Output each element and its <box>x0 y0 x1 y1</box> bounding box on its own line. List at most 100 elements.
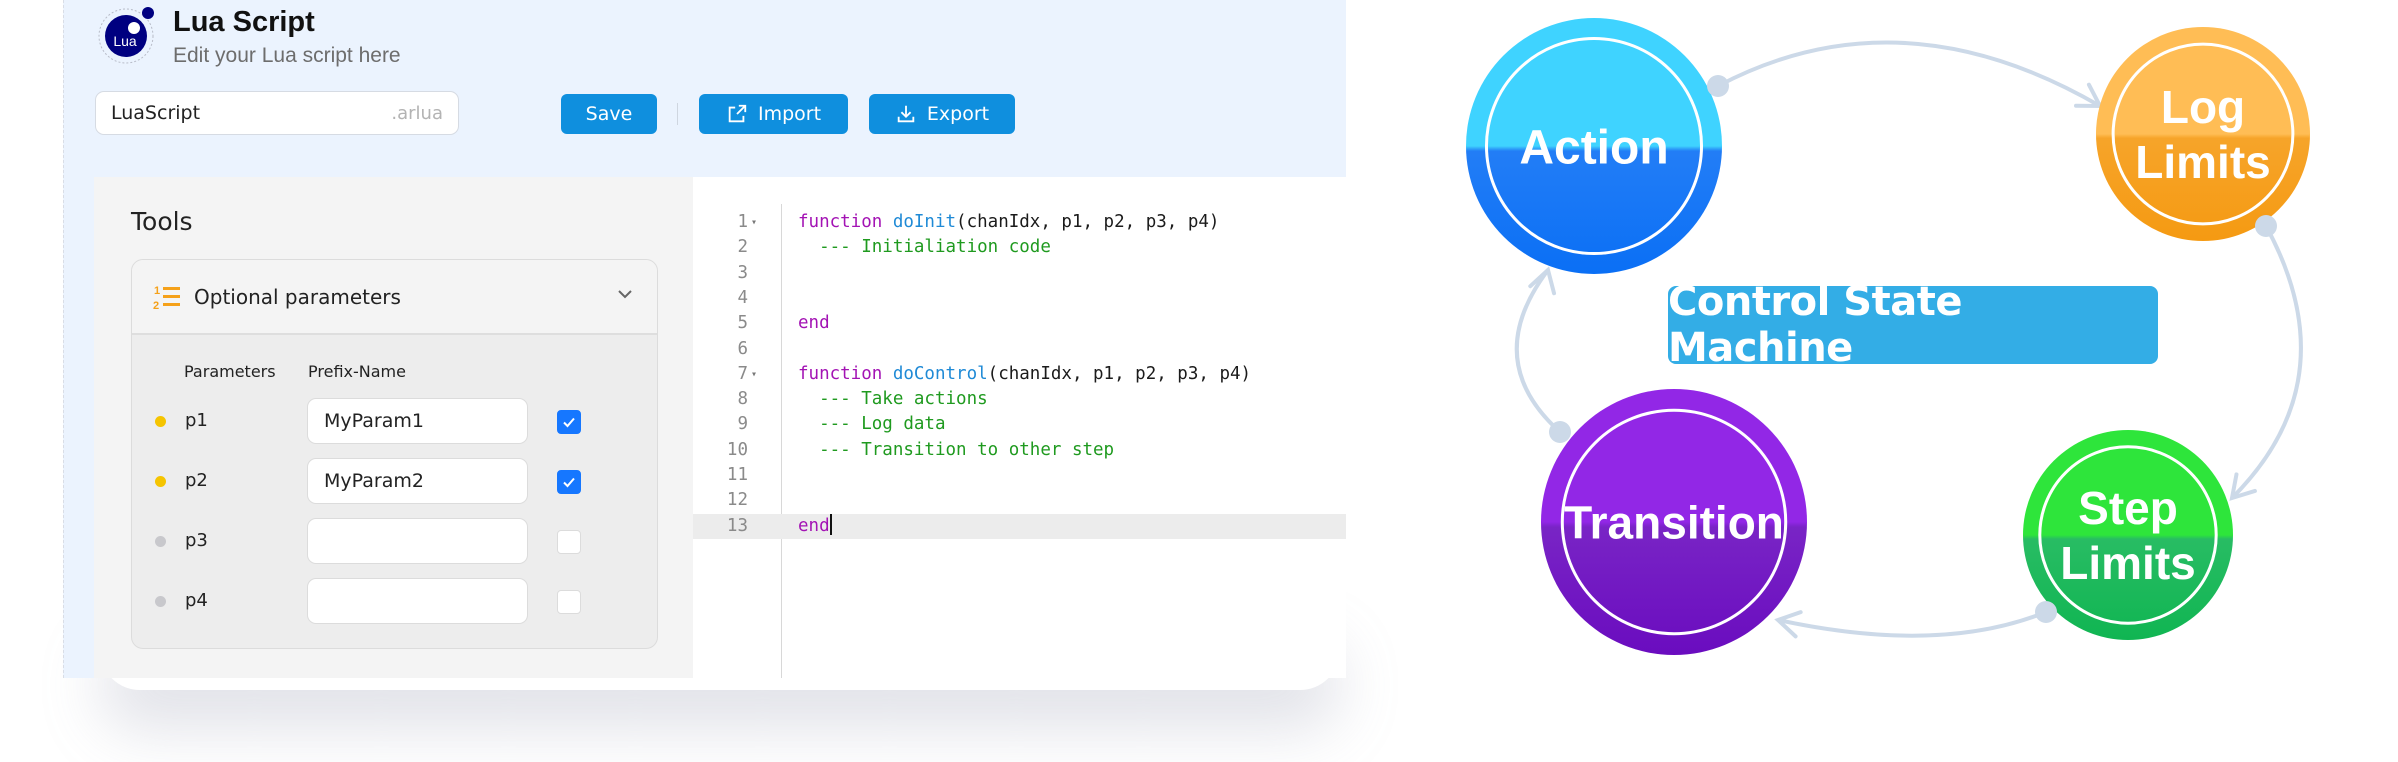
fold-toggle-icon[interactable]: ▾ <box>751 362 757 387</box>
download-icon <box>897 105 915 123</box>
code-line[interactable]: 2 --- Initialiation code <box>693 235 1346 260</box>
page-subtitle: Edit your Lua script here <box>173 44 401 67</box>
enable-checkbox-p1[interactable] <box>557 410 581 434</box>
prefix-name-input-p1[interactable] <box>307 398 528 444</box>
line-number: 9 <box>737 414 748 435</box>
lua-logo-icon: Lua <box>98 7 154 64</box>
tools-panel: Tools 1 2 Optional parameters Parameters… <box>94 177 693 678</box>
edge-start-dot <box>2035 601 2057 623</box>
state-label: Log <box>2161 81 2245 133</box>
checkmark-icon <box>563 417 575 428</box>
page-title: Lua Script <box>173 6 315 38</box>
parameter-name: p2 <box>185 470 208 491</box>
import-label: Import <box>757 103 822 125</box>
edge-start-dot <box>2255 215 2277 237</box>
prefix-name-input-p3[interactable] <box>307 518 528 564</box>
enable-checkbox-p4[interactable] <box>557 590 581 614</box>
state-machine-diagram: Action Log Limits Step Limits Transition Cont… <box>1400 0 2398 762</box>
code-text: end <box>798 313 830 334</box>
code-line[interactable]: 11 <box>693 463 1346 488</box>
state-label: Limits <box>2060 537 2195 589</box>
parameter-row-p3: p3 <box>132 518 657 566</box>
edge-start-dot <box>1549 421 1571 443</box>
prefix-name-input-p4[interactable] <box>307 578 528 624</box>
edge-action-to-log-limits <box>1717 40 2102 108</box>
parameter-status-dot <box>155 416 166 427</box>
code-line[interactable]: 5 end <box>693 311 1346 336</box>
state-label: Step <box>2078 482 2178 534</box>
script-extension-suffix: .arlua <box>391 102 443 124</box>
code-text: --- Transition to other step <box>819 439 1115 460</box>
svg-text:2: 2 <box>153 300 159 311</box>
diagram-title: Control State Machine <box>1668 279 2158 371</box>
state-label: Action <box>1519 121 1668 174</box>
prefix-name-column-header: Prefix-Name <box>308 362 406 381</box>
ordered-list-icon: 1 2 <box>153 285 180 311</box>
parameter-status-dot <box>155 536 166 547</box>
code-line[interactable]: 9 --- Log data <box>693 412 1346 437</box>
code-text: --- Log data <box>819 414 946 435</box>
state-node-action: Action <box>1466 18 1722 274</box>
parameter-status-dot <box>155 596 166 607</box>
toolbar-divider <box>677 103 678 125</box>
code-line[interactable]: 10 --- Transition to other step <box>693 438 1346 463</box>
line-number: 10 <box>726 439 748 460</box>
code-line[interactable]: 1 ▾ function doInit(chanIdx, p1, p2, p3, p… <box>693 210 1346 235</box>
line-number: 1 <box>737 212 748 232</box>
edge-step-limits-to-transition <box>1777 610 2047 638</box>
parameter-row-p4: p4 <box>132 578 657 626</box>
line-number: 3 <box>737 262 748 283</box>
fold-toggle-icon[interactable]: ▾ <box>751 210 757 235</box>
code-text: end <box>798 513 832 536</box>
line-number: 8 <box>737 389 748 410</box>
editor-header: Lua Lua Script Edit your Lua script here… <box>64 0 1346 177</box>
import-button[interactable]: Import <box>699 94 848 134</box>
state-node-log-limits: LogLimits <box>2096 27 2310 241</box>
export-label: Export <box>926 103 990 125</box>
tools-title: Tools <box>131 207 193 236</box>
line-number: 6 <box>737 338 748 359</box>
diagram-canvas: ActionLogLimitsStepLimitsTransition <box>1466 18 2310 655</box>
line-number: 4 <box>737 287 748 308</box>
accordion-label: Optional parameters <box>194 284 401 309</box>
parameter-name: p4 <box>185 590 208 611</box>
optional-parameters-accordion: 1 2 Optional parameters Parameters Prefi… <box>131 259 658 649</box>
line-number: 12 <box>726 490 748 511</box>
edge-log-limits-to-step-limits <box>2230 225 2303 500</box>
code-line[interactable]: 13 end <box>693 513 1346 539</box>
code-text: function doInit(chanIdx, p1, p2, p3, p4) <box>798 212 1220 232</box>
code-line[interactable]: 3 <box>693 261 1346 286</box>
line-number: 13 <box>726 515 748 536</box>
chevron-down-icon[interactable] <box>615 284 635 304</box>
parameter-row-p2: p2 <box>132 458 657 506</box>
parameter-row-p1: p1 <box>132 398 657 446</box>
code-text: --- Take actions <box>819 389 988 410</box>
enable-checkbox-p2[interactable] <box>557 470 581 494</box>
script-name-input[interactable] <box>111 102 392 124</box>
script-name-field[interactable]: .arlua <box>95 91 459 135</box>
code-line[interactable]: 8 --- Take actions <box>693 387 1346 412</box>
code-line[interactable]: 12 <box>693 488 1346 513</box>
code-line[interactable]: 6 <box>693 337 1346 362</box>
line-number: 7 <box>737 363 748 384</box>
prefix-name-input-p2[interactable] <box>307 458 528 504</box>
line-number: 11 <box>726 465 748 485</box>
parameter-status-dot <box>155 476 166 487</box>
svg-text:1: 1 <box>154 285 160 297</box>
code-text: function doControl(chanIdx, p1, p2, p3, … <box>798 363 1252 384</box>
code-line[interactable]: 7 ▾ function doControl(chanIdx, p1, p2, p3… <box>693 362 1346 387</box>
code-editor[interactable]: 1 ▾ function doInit(chanIdx, p1, p2, p3, p… <box>693 177 1346 678</box>
parameter-name: p1 <box>185 410 208 431</box>
save-button[interactable]: Save <box>561 94 657 134</box>
enable-checkbox-p3[interactable] <box>557 530 581 554</box>
optional-parameters-header[interactable]: 1 2 Optional parameters <box>132 260 657 335</box>
code-text: --- Initialiation code <box>819 237 1051 258</box>
lua-logo-text: Lua <box>113 33 137 49</box>
text-cursor <box>829 513 832 535</box>
line-number: 5 <box>737 313 748 334</box>
external-link-icon <box>728 104 747 123</box>
parameters-column-header: Parameters <box>184 362 276 381</box>
export-button[interactable]: Export <box>869 94 1015 134</box>
lua-script-editor-card: Lua Lua Script Edit your Lua script here… <box>63 0 1346 678</box>
code-line[interactable]: 4 <box>693 286 1346 311</box>
